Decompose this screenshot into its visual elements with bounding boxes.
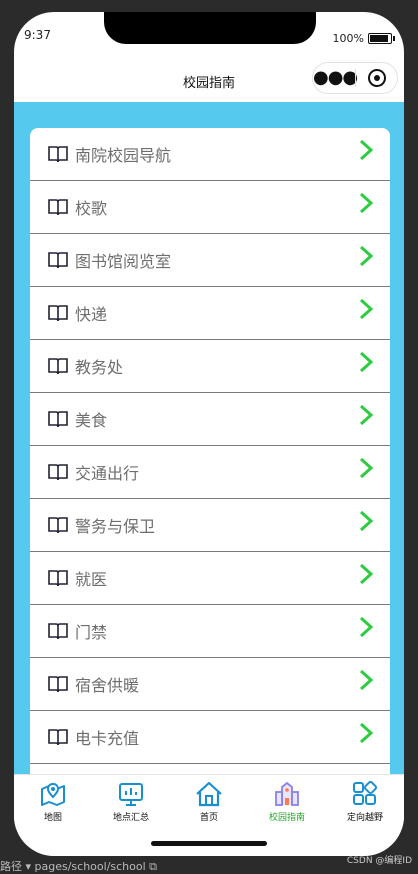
list-item[interactable]: 交通出行 [30,446,390,499]
school-building-icon [275,781,299,806]
chevron-right-icon [359,298,374,320]
map-pin-icon [41,782,65,806]
list-item[interactable]: 图书馆阅览室 [30,234,390,287]
tab-label: 地点汇总 [112,813,149,823]
book-icon [48,517,68,534]
battery-percent: 100% [332,32,364,45]
list-item-label: 宿舍供暖 [75,676,140,695]
notch [104,12,316,44]
chevron-right-icon [359,563,374,585]
chevron-right-icon [359,192,374,214]
guide-list: 南院校园导航 校歌 图书馆阅览室 快递 教务处 美食 交通出行 警务与保卫 就医… [30,128,390,774]
book-icon [48,358,68,375]
tab-label: 地图 [43,813,62,823]
tab-label: 首页 [199,813,218,823]
grid-icon [353,781,378,805]
list-item-label: 门禁 [75,623,108,642]
list-item-label: 警务与保卫 [75,517,156,536]
list-item[interactable]: 门禁 [30,605,390,658]
list-item[interactable]: 宿舍供暖 [30,658,390,711]
list-item[interactable]: 南院校园导航 [30,128,390,181]
tab-campus-guide[interactable]: 校园指南 [248,775,326,829]
home-indicator [151,841,267,846]
tab-locations[interactable]: 地点汇总 [92,775,170,829]
book-icon [48,676,68,693]
tab-map[interactable]: 地图 [14,775,92,829]
book-icon [48,464,68,481]
chevron-right-icon [359,139,374,161]
book-icon [48,729,68,746]
list-item[interactable]: 快递 [30,287,390,340]
close-icon [367,69,386,87]
list-item[interactable]: 美食 [30,393,390,446]
tab-label: 校园指南 [268,813,305,823]
book-icon [48,411,68,428]
chevron-right-icon [359,457,374,479]
book-icon [48,252,68,269]
book-icon [48,305,68,322]
content-area: 南院校园导航 校歌 图书馆阅览室 快递 教务处 美食 交通出行 警务与保卫 就医… [14,102,404,774]
list-item-label: 南院校园导航 [75,146,172,165]
list-item-label: 教务处 [75,358,124,377]
tab-home[interactable]: 首页 [170,775,248,829]
list-item[interactable]: 教务处 [30,340,390,393]
book-icon [48,623,68,640]
list-item[interactable]: 校歌 [30,181,390,234]
menu-capsule: ●●● [312,62,398,94]
book-icon [48,570,68,587]
list-item[interactable]: 就医 [30,552,390,605]
chevron-right-icon [359,669,374,691]
phone-frame: 9:37 100% 校园指南 ●●● 南院校园导航 校歌 图书馆阅览室 快递 教… [14,12,404,856]
more-button[interactable]: ●●● [313,63,358,93]
close-button[interactable] [356,69,397,87]
list-item-label: 就医 [75,570,108,589]
chevron-right-icon [359,616,374,638]
list-item-label: 图书馆阅览室 [75,252,172,271]
status-battery: 100% [332,32,395,45]
tab-label: 定向越野 [346,813,383,823]
list-item-label: 美食 [75,411,108,430]
chevron-right-icon [359,245,374,267]
list-item[interactable] [30,764,390,774]
book-icon [48,146,68,163]
list-item[interactable]: 电卡充值 [30,711,390,764]
list-item-label: 电卡充值 [75,729,140,748]
home-icon [196,781,222,807]
chevron-right-icon [359,404,374,426]
list-item[interactable]: 警务与保卫 [30,499,390,552]
chevron-right-icon [359,722,374,744]
watermark: CSDN @编程ID [346,856,412,866]
list-item-label: 校歌 [75,199,108,218]
chevron-right-icon [359,510,374,532]
tab-orienteering[interactable]: 定向越野 [326,775,404,829]
chevron-right-icon [359,351,374,373]
list-item-label: 交通出行 [75,464,140,483]
status-time: 9:37 [24,28,51,42]
tab-bar: 地图 地点汇总 首页 校园指南 定向越野 [14,774,404,829]
battery-icon [368,33,395,44]
list-item-label: 快递 [75,305,108,324]
chart-monitor-icon [119,783,143,806]
book-icon [48,199,68,216]
